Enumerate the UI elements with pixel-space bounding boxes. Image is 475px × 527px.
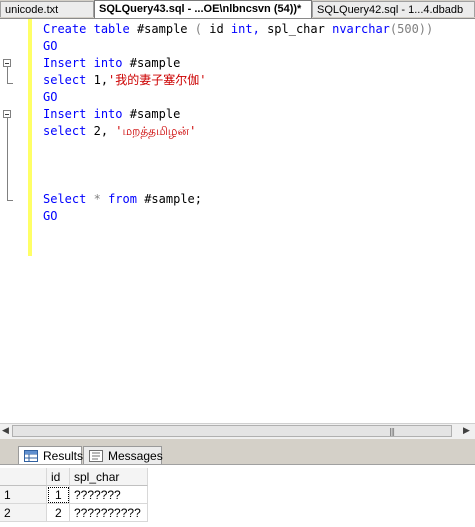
messages-icon — [89, 450, 103, 462]
code-line-4: select 1,'我的妻子塞尔伽' — [43, 73, 207, 87]
grid-cell-id[interactable]: 1 — [47, 486, 70, 504]
tab-label: SQLQuery43.sql - ...OE\nlbncsvn (54))* — [99, 3, 302, 15]
editor-gutter — [0, 19, 28, 439]
sql-editor[interactable]: Create table #sample ( id int, spl_char … — [0, 19, 475, 439]
grid-corner — [0, 468, 47, 486]
horizontal-scrollbar[interactable]: ◀ ||| ▶ — [0, 423, 475, 439]
scroll-right-icon[interactable]: ▶ — [463, 426, 470, 436]
row-header[interactable]: 2 — [0, 504, 47, 522]
fold-line — [7, 118, 8, 200]
scroll-left-icon[interactable]: ◀ — [2, 426, 9, 436]
grid-cell-spl-char[interactable]: ??????? — [70, 486, 148, 504]
fold-end — [7, 83, 13, 84]
column-header-id[interactable]: id — [47, 468, 70, 486]
tab-sqlquery42[interactable]: SQLQuery42.sql - 1...4.dbadb — [312, 1, 475, 17]
tab-messages[interactable]: Messages — [83, 446, 163, 464]
tab-label: unicode.txt — [5, 4, 59, 16]
tab-sqlquery43[interactable]: SQLQuery43.sql - ...OE\nlbncsvn (54))* — [94, 0, 312, 18]
change-tracking-bar — [28, 19, 32, 256]
tab-unicode-txt[interactable]: unicode.txt — [0, 1, 94, 17]
collapse-icon[interactable] — [3, 110, 11, 118]
code-line-5: GO — [43, 90, 58, 104]
scrollbar-grip: ||| — [389, 427, 395, 436]
tab-results[interactable]: Results — [18, 446, 84, 464]
collapse-icon[interactable] — [3, 59, 11, 67]
code-line-7: select 2, 'மறத்தமிழன்' — [43, 124, 197, 138]
fold-line — [7, 67, 8, 83]
fold-end — [7, 200, 13, 201]
tab-label: SQLQuery42.sql - 1...4.dbadb — [317, 4, 464, 16]
code-line-1: Create table #sample ( id int, spl_char … — [43, 22, 434, 36]
grid-cell-id[interactable]: 2 — [47, 504, 70, 522]
code-line-2: GO — [43, 39, 58, 53]
code-line-6: Insert into #sample — [43, 107, 181, 121]
results-tab-strip: Results Messages — [0, 444, 475, 465]
tab-label: Results — [43, 449, 84, 463]
grid-cell-spl-char[interactable]: ?????????? — [70, 504, 148, 522]
column-header-spl-char[interactable]: spl_char — [70, 468, 148, 486]
row-header[interactable]: 1 — [0, 486, 47, 504]
code-line-8: Select * from #sample; — [43, 192, 202, 206]
grid-icon — [24, 450, 38, 462]
document-tab-strip: unicode.txt SQLQuery43.sql - ...OE\nlbnc… — [0, 0, 475, 19]
code-line-3: Insert into #sample — [43, 56, 181, 70]
tab-label: Messages — [108, 449, 163, 463]
results-grid[interactable]: id spl_char 1 1 ??????? 2 2 ?????????? — [0, 465, 475, 527]
scrollbar-thumb[interactable] — [12, 425, 452, 437]
code-line-9: GO — [43, 209, 58, 223]
